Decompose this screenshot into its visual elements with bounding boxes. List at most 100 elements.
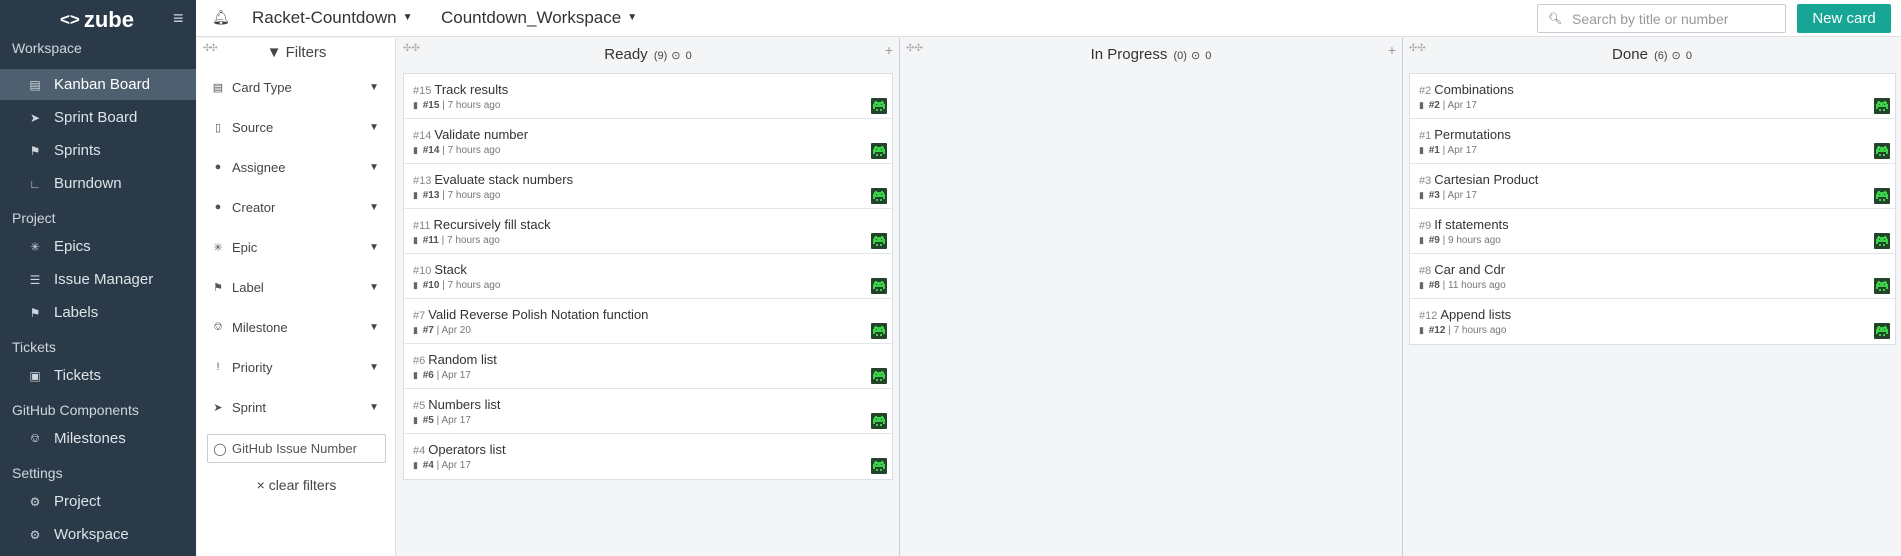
card-title: If statements (1434, 217, 1509, 232)
card[interactable]: #6 Random list ▮ #6 | Apr 17 (404, 344, 892, 389)
avatar[interactable] (871, 413, 887, 429)
card-timestamp: Apr 20 (441, 325, 471, 336)
search-box[interactable]: 🔍︎ (1537, 4, 1786, 33)
card[interactable]: #8 Car and Cdr ▮ #8 | 11 hours ago (1410, 254, 1895, 299)
github-issue-number-input[interactable] (232, 441, 382, 456)
section-heading-settings: Settings (12, 465, 63, 481)
github-issue-number-field[interactable]: ◯ (207, 434, 386, 463)
filter-assignee[interactable]: ● Assignee ▼ (212, 155, 379, 179)
card-title-line: #11 Recursively fill stack (413, 217, 551, 232)
card[interactable]: #7 Valid Reverse Polish Notation function… (404, 299, 892, 344)
filter-creator[interactable]: ● Creator ▼ (212, 195, 379, 219)
column-ready: ✣✣ + Ready (9) ⊙ 0 #15 Track results ▮ #15 … (397, 38, 900, 556)
zube-logo-icon: <> (60, 10, 80, 29)
card[interactable]: #14 Validate number ▮ #14 | 7 hours ago (404, 119, 892, 164)
card-title-line: #10 Stack (413, 262, 467, 277)
sidebar-item-project-settings[interactable]: ⚙ Project (0, 486, 196, 517)
card-issue-number: #6 (422, 370, 434, 381)
sidebar-item-issue-manager[interactable]: ☰ Issue Manager (0, 264, 196, 295)
bell-icon[interactable]: 🔔︎ (212, 9, 230, 26)
issue-icon: ▮ (1419, 145, 1424, 155)
card[interactable]: #4 Operators list ▮ #4 | Apr 17 (404, 434, 892, 479)
new-card-button[interactable]: New card (1797, 4, 1891, 33)
clear-filters-link[interactable]: × clear filters (197, 477, 396, 493)
avatar[interactable] (871, 368, 887, 384)
filter-card-type[interactable]: ▤ Card Type ▼ (212, 75, 379, 99)
chevron-down-icon: ▼ (369, 81, 379, 93)
avatar[interactable] (871, 143, 887, 159)
column-in-progress: ✣✣ + In Progress (0) ⊙ 0 (900, 38, 1403, 556)
sidebar-item-sprints[interactable]: ⚑ Sprints (0, 135, 196, 166)
card[interactable]: #13 Evaluate stack numbers ▮ #13 | 7 hours… (404, 164, 892, 209)
card-number: #4 (413, 445, 426, 457)
sidebar-item-sprint-board[interactable]: ➤ Sprint Board (0, 102, 196, 133)
card-timestamp: Apr 17 (441, 370, 471, 381)
card[interactable]: #12 Append lists ▮ #12 | 7 hours ago (1410, 299, 1895, 344)
avatar[interactable] (1874, 233, 1890, 249)
chevron-down-icon: ▼ (627, 12, 638, 23)
card[interactable]: #10 Stack ▮ #10 | 7 hours ago (404, 254, 892, 299)
avatar[interactable] (1874, 98, 1890, 114)
card[interactable]: #5 Numbers list ▮ #5 | Apr 17 (404, 389, 892, 434)
card-title-line: #12 Append lists (1419, 307, 1511, 322)
card[interactable]: #9 If statements ▮ #9 | 9 hours ago (1410, 209, 1895, 254)
source-icon: ▯ (214, 121, 222, 134)
sidebar-item-tickets[interactable]: ▣ Tickets (0, 360, 196, 391)
list-icon: ☰ (29, 272, 41, 287)
logo[interactable]: <> zube (60, 7, 134, 33)
section-heading-project: Project (12, 210, 56, 226)
workspace-selector[interactable]: Countdown_Workspace ▼ (441, 8, 637, 28)
chart-icon: ∟ (29, 176, 41, 191)
card-title-line: #1 Permutations (1419, 127, 1511, 142)
card-issue-number: #3 (1428, 190, 1440, 201)
sidebar-item-workspace-settings[interactable]: ⚙ Workspace (0, 519, 196, 550)
card-issue-number: #1 (1428, 145, 1440, 156)
sidebar-item-kanban-board[interactable]: ▤ Kanban Board (0, 69, 196, 100)
avatar[interactable] (1874, 323, 1890, 339)
card-title: Combinations (1434, 82, 1514, 97)
ticket-icon: ▣ (29, 368, 41, 383)
card-number: #5 (413, 400, 426, 412)
top-bar: 🔔︎ Racket-Countdown ▼ Countdown_Workspace… (196, 0, 1901, 37)
sidebar-item-milestones[interactable]: ⎊ Milestones (0, 423, 196, 454)
card-number: #2 (1419, 85, 1432, 97)
tag-icon: ⚑ (29, 305, 41, 320)
avatar[interactable] (871, 98, 887, 114)
avatar[interactable] (871, 233, 887, 249)
epic-icon: ✳ (29, 239, 41, 254)
card-meta: ▮ #5 | Apr 17 (413, 415, 471, 426)
card[interactable]: #3 Cartesian Product ▮ #3 | Apr 17 (1410, 164, 1895, 209)
project-selector[interactable]: Racket-Countdown ▼ (252, 8, 412, 28)
card-number: #11 (413, 220, 431, 232)
chevron-down-icon: ▼ (369, 321, 379, 333)
issue-icon: ▮ (1419, 190, 1424, 200)
issue-icon: ▮ (413, 145, 418, 155)
sidebar-item-epics[interactable]: ✳ Epics (0, 231, 196, 262)
filter-sprint[interactable]: ➤ Sprint ▼ (212, 395, 379, 419)
avatar[interactable] (871, 323, 887, 339)
menu-toggle-icon[interactable]: ≡ (173, 8, 184, 29)
avatar[interactable] (871, 188, 887, 204)
github-icon: ◯ (213, 441, 227, 456)
card[interactable]: #2 Combinations ▮ #2 | Apr 17 (1410, 74, 1895, 119)
sidebar-item-labels[interactable]: ⚑ Labels (0, 297, 196, 328)
avatar[interactable] (1874, 143, 1890, 159)
avatar[interactable] (871, 458, 887, 474)
filter-milestone[interactable]: ⎊ Milestone ▼ (212, 315, 379, 339)
issue-icon: ▮ (413, 415, 418, 425)
card[interactable]: #11 Recursively fill stack ▮ #11 | 7 hours… (404, 209, 892, 254)
card-list: #2 Combinations ▮ #2 | Apr 17 #1 Permutation… (1409, 73, 1896, 345)
filter-priority[interactable]: ! Priority ▼ (212, 355, 379, 379)
card[interactable]: #1 Permutations ▮ #1 | Apr 17 (1410, 119, 1895, 164)
filter-epic[interactable]: ✳ Epic ▼ (212, 235, 379, 259)
card[interactable]: #15 Track results ▮ #15 | 7 hours ago (404, 74, 892, 119)
tag-icon: ⚑ (213, 281, 223, 294)
avatar[interactable] (1874, 278, 1890, 294)
search-input[interactable] (1572, 10, 1777, 27)
filter-source[interactable]: ▯ Source ▼ (212, 115, 379, 139)
filter-label[interactable]: ⚑ Label ▼ (212, 275, 379, 299)
milestone-icon: ⎊ (213, 320, 223, 333)
avatar[interactable] (871, 278, 887, 294)
avatar[interactable] (1874, 188, 1890, 204)
sidebar-item-burndown[interactable]: ∟ Burndown (0, 168, 196, 199)
